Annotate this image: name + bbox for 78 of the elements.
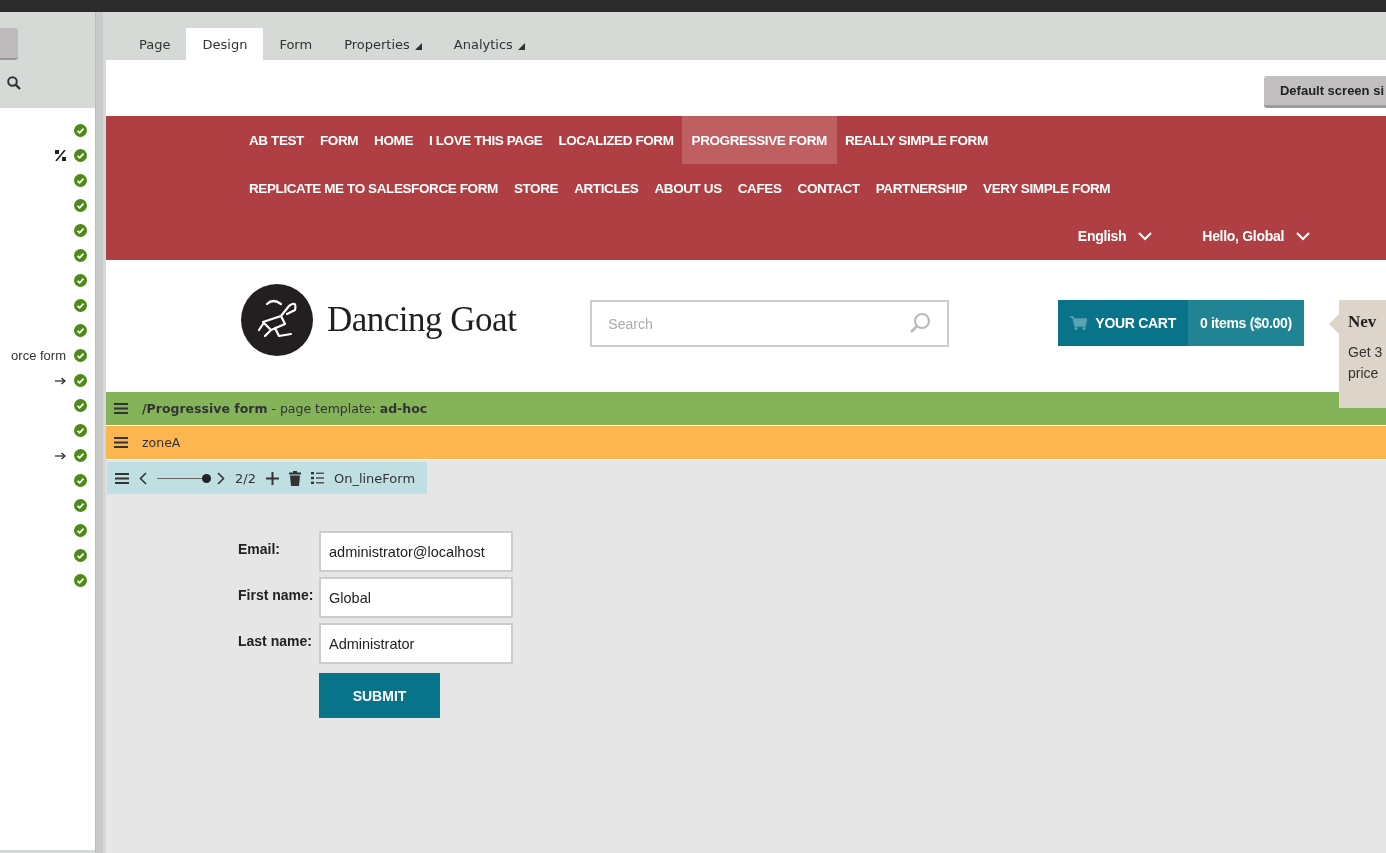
search-field[interactable]: Search <box>590 300 950 347</box>
goat-logo-icon <box>241 284 313 356</box>
check-icon <box>74 124 87 137</box>
check-icon <box>74 199 87 212</box>
cart-icon <box>1070 316 1088 330</box>
tab[interactable]: Form <box>263 28 329 60</box>
check-icon <box>74 574 87 587</box>
nav-link[interactable]: AB TEST <box>241 116 312 164</box>
check-icon <box>74 424 87 437</box>
check-icon <box>74 349 87 362</box>
check-icon <box>74 399 87 412</box>
nav-link[interactable]: STORE <box>505 164 567 212</box>
check-icon <box>74 524 87 537</box>
nav-link[interactable]: CONTACT <box>789 164 868 212</box>
nav-link[interactable]: I LOVE THIS PAGE <box>421 116 551 164</box>
check-icon <box>74 224 87 237</box>
chevron-down-icon <box>1296 231 1310 241</box>
newsletter-text: price <box>1348 364 1380 383</box>
nav-link[interactable]: PROGRESSIVE FORM <box>681 116 837 164</box>
nav-link[interactable]: FORM <box>311 116 367 164</box>
nav-link[interactable]: ABOUT US <box>646 164 730 212</box>
tab[interactable]: Design <box>186 28 264 60</box>
field-label: Last name: <box>238 633 313 649</box>
zone-name: zoneA <box>142 435 181 450</box>
nav-link[interactable]: VERY SIMPLE FORM <box>975 164 1119 212</box>
submit-button[interactable]: SUBMIT <box>319 673 440 718</box>
check-icon <box>74 374 87 387</box>
newsletter-text: Get 3 <box>1348 343 1384 362</box>
variant-counter: 2/2 <box>235 470 256 486</box>
field-label: First name: <box>238 587 315 603</box>
cart-button[interactable]: YOUR CART <box>1058 300 1188 346</box>
input-field[interactable]: administrator@localhost <box>319 531 513 572</box>
cart-summary[interactable]: 0 items ($0.00) <box>1187 300 1304 346</box>
plus-icon[interactable] <box>265 471 279 485</box>
arrow-icon <box>55 376 66 385</box>
nav-link[interactable]: REPLICATE ME TO SALESFORCE FORM <box>241 164 506 212</box>
tab[interactable]: Page <box>123 28 187 60</box>
nav-link[interactable]: REALLY SIMPLE FORM <box>836 116 996 164</box>
tree-item-label[interactable]: orce form <box>11 348 66 363</box>
user-dropdown[interactable]: Hello, Global <box>1192 228 1320 244</box>
check-icon <box>74 174 87 187</box>
check-icon <box>74 274 87 287</box>
check-icon <box>74 149 87 162</box>
language-dropdown[interactable]: English <box>1067 228 1163 244</box>
tab[interactable]: Properties <box>328 28 438 60</box>
tab[interactable]: Analytics <box>437 28 541 60</box>
nav-link[interactable]: LOCALIZED FORM <box>550 116 682 164</box>
nav-link[interactable]: ARTICLES <box>566 164 647 212</box>
check-icon <box>74 249 87 262</box>
page-template-label: /Progressive form - page template: ad-hoc <box>142 401 428 416</box>
input-field[interactable]: Global <box>319 577 513 618</box>
menu-icon[interactable] <box>114 437 128 448</box>
chevron-left-icon[interactable] <box>139 471 147 485</box>
widget-name: On_lineForm <box>333 470 416 486</box>
percent-icon <box>55 150 66 161</box>
check-icon <box>74 499 87 512</box>
nav-link[interactable]: HOME <box>366 116 421 164</box>
check-icon <box>74 324 87 337</box>
chevron-down-icon <box>1138 231 1153 241</box>
menu-icon[interactable] <box>114 403 128 414</box>
check-icon <box>74 474 87 487</box>
check-icon <box>74 299 87 312</box>
nav-link[interactable]: PARTNERSHIP <box>867 164 976 212</box>
chevron-right-icon[interactable] <box>217 471 225 485</box>
menu-icon[interactable] <box>115 472 129 484</box>
screen-size-button[interactable]: Default screen si <box>1263 76 1386 108</box>
check-icon <box>74 449 87 462</box>
newsletter-title: Nev <box>1348 312 1378 332</box>
arrow-icon <box>55 451 66 460</box>
nav-link[interactable]: CAFES <box>729 164 790 212</box>
trash-icon[interactable] <box>288 470 301 486</box>
splitter-handle[interactable] <box>95 12 103 853</box>
list-icon[interactable] <box>310 472 324 484</box>
field-label: Email: <box>238 541 281 557</box>
search-icon[interactable] <box>7 76 21 90</box>
check-icon <box>74 549 87 562</box>
input-field[interactable]: Administrator <box>319 623 513 664</box>
logo-text: Dancing Goat <box>327 300 517 340</box>
